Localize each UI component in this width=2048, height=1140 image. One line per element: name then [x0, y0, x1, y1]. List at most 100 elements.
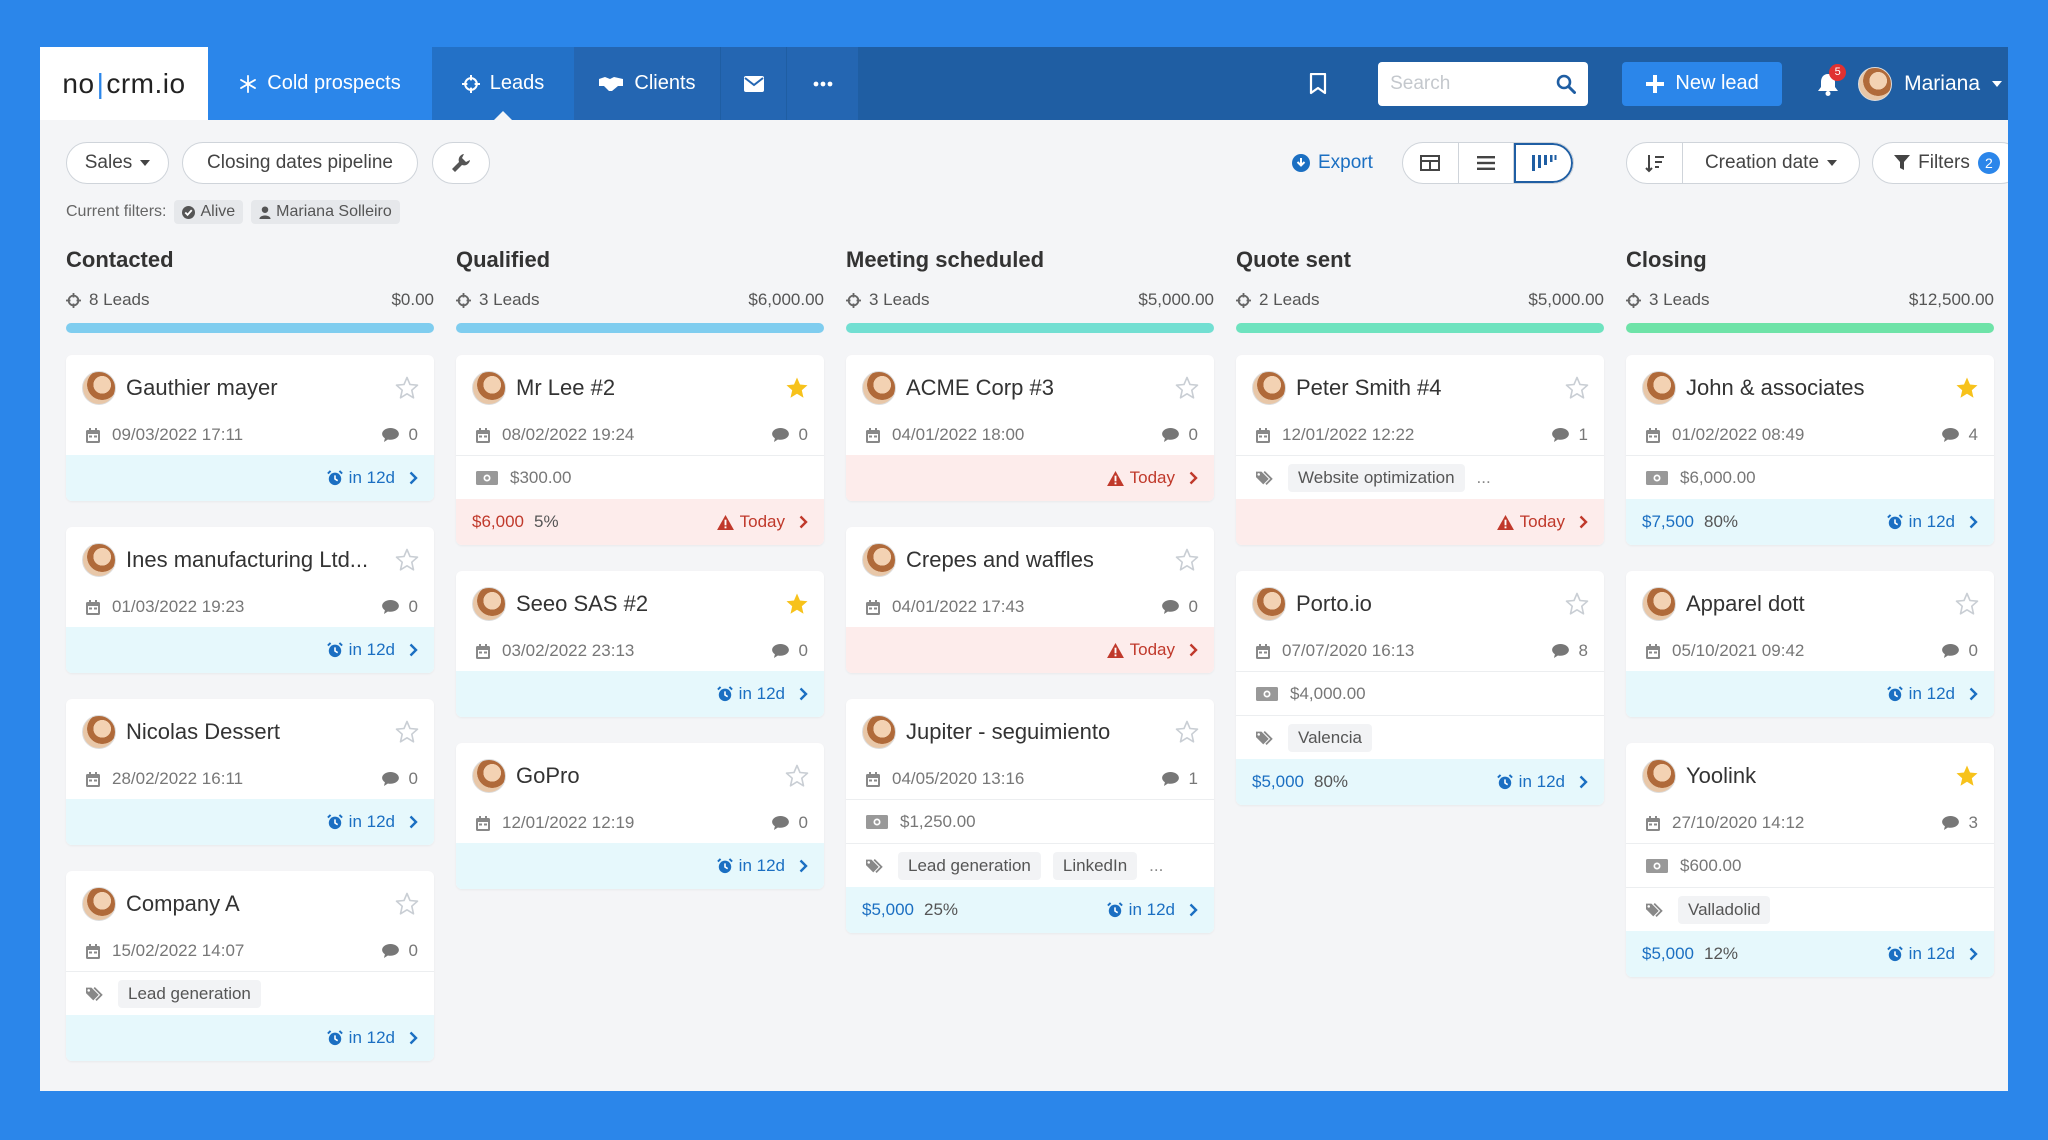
lead-name[interactable]: Porto.io: [1296, 591, 1554, 617]
lead-card[interactable]: Crepes and waffles 04/01/2022 17:43 0 To…: [846, 527, 1214, 673]
lead-card[interactable]: Apparel dott 05/10/2021 09:42 0 in 12d: [1626, 571, 1994, 717]
lead-tag[interactable]: Valencia: [1288, 723, 1372, 752]
star-icon[interactable]: [1954, 375, 1980, 401]
view-select[interactable]: Closing dates pipeline: [182, 142, 418, 184]
tags-icon: [1256, 730, 1276, 746]
lead-card[interactable]: Gauthier mayer 09/03/2022 17:11 0 in 12d: [66, 355, 434, 501]
lead-name[interactable]: Yoolink: [1686, 763, 1944, 789]
next-action-link[interactable]: in 12d: [326, 640, 418, 660]
more-tags[interactable]: ...: [1149, 856, 1163, 876]
star-icon[interactable]: [394, 891, 420, 917]
sort-field-select[interactable]: Creation date: [1683, 143, 1859, 183]
lead-card[interactable]: Porto.io 07/07/2020 16:13 8 $4,000.00 Va…: [1236, 571, 1604, 805]
lead-card[interactable]: Peter Smith #4 12/01/2022 12:22 1 Websit…: [1236, 355, 1604, 545]
lead-name[interactable]: ACME Corp #3: [906, 375, 1164, 401]
lead-name[interactable]: GoPro: [516, 763, 774, 789]
lead-tag[interactable]: LinkedIn: [1052, 851, 1138, 880]
star-icon[interactable]: [394, 719, 420, 745]
star-icon[interactable]: [1954, 591, 1980, 617]
lead-name[interactable]: Seeo SAS #2: [516, 591, 774, 617]
notifications-button[interactable]: 5: [1810, 63, 1847, 104]
snowflake-icon: [239, 74, 257, 93]
user-menu[interactable]: Mariana: [1858, 66, 2002, 101]
filter-chip-user[interactable]: Mariana Solleiro: [251, 200, 400, 224]
lead-name[interactable]: Gauthier mayer: [126, 375, 384, 401]
lead-card[interactable]: Nicolas Dessert 28/02/2022 16:11 0 in 12…: [66, 699, 434, 845]
tab-cold-prospects[interactable]: Cold prospects: [208, 47, 432, 120]
lead-name[interactable]: Jupiter - seguimiento: [906, 719, 1164, 745]
star-icon[interactable]: [1564, 375, 1590, 401]
tab-more[interactable]: [786, 47, 858, 120]
lead-tag[interactable]: Website optimization: [1288, 463, 1465, 492]
next-action-link[interactable]: in 12d: [1496, 772, 1588, 792]
next-action-link[interactable]: in 12d: [326, 1028, 418, 1048]
filters-button[interactable]: Filters 2: [1872, 142, 2008, 184]
export-button[interactable]: Export: [1292, 142, 1373, 184]
star-icon[interactable]: [394, 375, 420, 401]
lead-name[interactable]: John & associates: [1686, 375, 1944, 401]
more-tags[interactable]: ...: [1477, 468, 1491, 488]
next-action-link[interactable]: Today: [1106, 468, 1198, 488]
next-action-link[interactable]: Today: [716, 512, 808, 532]
next-action-link[interactable]: in 12d: [326, 812, 418, 832]
lead-tag[interactable]: Lead generation: [118, 979, 261, 1008]
lead-card[interactable]: Seeo SAS #2 03/02/2022 23:13 0 in 12d: [456, 571, 824, 717]
next-action-link[interactable]: Today: [1106, 640, 1198, 660]
lead-name[interactable]: Peter Smith #4: [1296, 375, 1554, 401]
settings-button[interactable]: [432, 142, 490, 184]
pipeline-view-button[interactable]: [1514, 143, 1573, 183]
tab-mail[interactable]: [720, 47, 786, 120]
search-input[interactable]: [1390, 72, 1557, 95]
pipeline-select[interactable]: Sales: [66, 142, 169, 184]
lead-name[interactable]: Apparel dott: [1686, 591, 1944, 617]
lead-card[interactable]: Mr Lee #2 08/02/2022 19:24 0 $300.00 $6,…: [456, 355, 824, 545]
chevron-right-icon: [1189, 471, 1198, 485]
star-icon[interactable]: [1954, 763, 1980, 789]
lead-name[interactable]: Mr Lee #2: [516, 375, 774, 401]
lead-card[interactable]: John & associates 01/02/2022 08:49 4 $6,…: [1626, 355, 1994, 545]
search-icon[interactable]: [1556, 74, 1577, 94]
star-icon[interactable]: [784, 763, 810, 789]
next-action-link[interactable]: Today: [1496, 512, 1588, 532]
lead-name[interactable]: Crepes and waffles: [906, 547, 1164, 573]
next-action-link[interactable]: in 12d: [326, 468, 418, 488]
star-icon[interactable]: [394, 547, 420, 573]
star-icon[interactable]: [1174, 719, 1200, 745]
lead-card[interactable]: Ines manufacturing Ltd... 01/03/2022 19:…: [66, 527, 434, 673]
lead-tag[interactable]: Valladolid: [1678, 895, 1771, 924]
lead-name[interactable]: Company A: [126, 891, 384, 917]
lead-card[interactable]: Jupiter - seguimiento 04/05/2020 13:16 1…: [846, 699, 1214, 933]
star-icon[interactable]: [784, 375, 810, 401]
star-icon[interactable]: [1174, 547, 1200, 573]
lead-name[interactable]: Nicolas Dessert: [126, 719, 384, 745]
star-icon[interactable]: [1174, 375, 1200, 401]
filter-chip-alive[interactable]: Alive: [174, 200, 244, 224]
tab-clients[interactable]: Clients: [574, 47, 720, 120]
next-action-link[interactable]: in 12d: [716, 856, 808, 876]
star-icon[interactable]: [1564, 591, 1590, 617]
lead-card[interactable]: Yoolink 27/10/2020 14:12 3 $600.00 Valla…: [1626, 743, 1994, 977]
filters-count-badge: 2: [1977, 152, 2000, 174]
lead-card[interactable]: ACME Corp #3 04/01/2022 18:00 0 Today: [846, 355, 1214, 501]
list-view-button[interactable]: [1459, 143, 1515, 183]
comment-icon: [771, 816, 789, 830]
next-action-link[interactable]: in 12d: [1886, 944, 1978, 964]
alarm-clock-icon: [716, 686, 733, 702]
lead-card[interactable]: GoPro 12/01/2022 12:19 0 in 12d: [456, 743, 824, 889]
next-action-link[interactable]: in 12d: [1886, 512, 1978, 532]
next-action-link[interactable]: in 12d: [716, 684, 808, 704]
lead-name[interactable]: Ines manufacturing Ltd...: [126, 547, 384, 573]
lead-tag[interactable]: Lead generation: [898, 851, 1041, 880]
user-name: Mariana: [1904, 71, 1980, 95]
lead-card[interactable]: Company A 15/02/2022 14:07 0 Lead genera…: [66, 871, 434, 1061]
star-icon[interactable]: [784, 591, 810, 617]
new-lead-button[interactable]: New lead: [1622, 61, 1783, 106]
table-view-button[interactable]: [1403, 143, 1459, 183]
lead-card-header: ACME Corp #3: [846, 355, 1214, 421]
next-action-link[interactable]: in 12d: [1886, 684, 1978, 704]
tab-leads[interactable]: Leads: [432, 47, 574, 120]
logo[interactable]: no | crm.io: [40, 47, 208, 120]
sort-direction-button[interactable]: [1627, 143, 1683, 183]
bookmark-button[interactable]: [1298, 64, 1338, 104]
next-action-link[interactable]: in 12d: [1106, 900, 1198, 920]
